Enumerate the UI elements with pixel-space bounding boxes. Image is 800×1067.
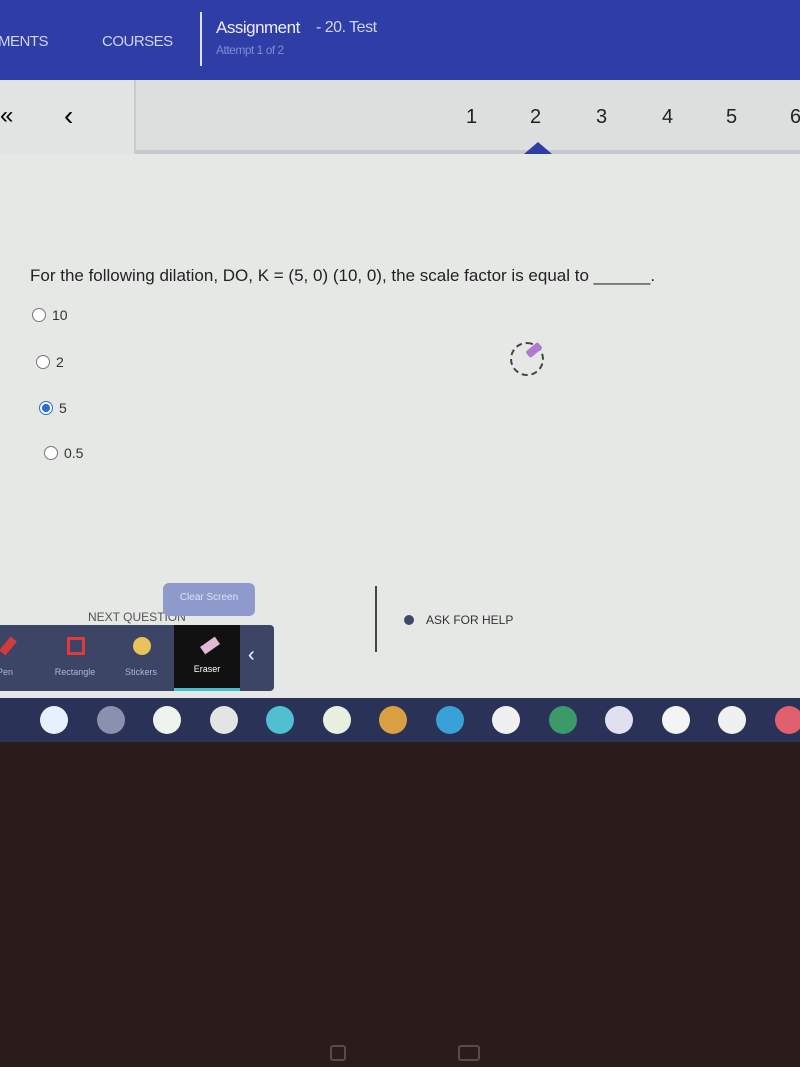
option-label: 10 xyxy=(52,307,68,323)
radio[interactable] xyxy=(44,446,58,460)
radio-selected[interactable] xyxy=(39,401,53,415)
pager-controls: « ‹ xyxy=(0,80,136,154)
annotation-toolbar: Pen Rectangle Stickers Eraser xyxy=(0,625,274,691)
stop-app-app-icon[interactable] xyxy=(209,706,238,734)
collapse-toolbar-chevron-icon[interactable]: ‹ xyxy=(248,644,255,667)
help-icon xyxy=(404,615,414,625)
option-2[interactable]: 2 xyxy=(36,354,64,370)
recents-icon xyxy=(458,1045,480,1061)
rectangle-icon xyxy=(67,637,85,655)
divider xyxy=(375,586,377,652)
radio[interactable] xyxy=(32,308,46,322)
question-text: For the following dilation, DO, K = (5, … xyxy=(30,266,656,285)
radio[interactable] xyxy=(36,355,50,369)
tool-label: Rectangle xyxy=(54,667,96,677)
option-10[interactable]: 10 xyxy=(32,307,68,323)
classroom-app-icon[interactable] xyxy=(322,706,351,734)
current-page-indicator xyxy=(524,142,552,154)
eraser-icon xyxy=(200,636,220,655)
play-store-app-icon[interactable] xyxy=(153,706,181,734)
option-label: 2 xyxy=(56,354,64,370)
app-14-app-icon[interactable] xyxy=(774,706,800,734)
chrome-app-icon[interactable] xyxy=(379,706,407,734)
pen-icon xyxy=(0,636,17,656)
tool-stickers[interactable]: Stickers xyxy=(106,625,176,691)
page-6[interactable]: 6 xyxy=(790,106,800,129)
app-13-app-icon[interactable] xyxy=(718,706,746,734)
screen: MENTS COURSES Assignment - 20. Test Atte… xyxy=(0,0,800,742)
test-name: - 20. Test xyxy=(316,19,377,36)
sticker-icon xyxy=(133,637,151,655)
prev-page-button[interactable]: ‹ xyxy=(64,100,73,132)
option-label: 5 xyxy=(59,400,67,416)
outlook-app-icon[interactable] xyxy=(40,706,68,734)
nav-courses[interactable]: COURSES xyxy=(102,33,173,50)
option-0.5[interactable]: 0.5 xyxy=(44,445,83,461)
drive-app-icon[interactable] xyxy=(492,706,520,734)
header: MENTS COURSES Assignment - 20. Test Atte… xyxy=(0,0,800,80)
app-11-app-icon[interactable] xyxy=(605,706,633,734)
page-4[interactable]: 4 xyxy=(662,106,673,129)
tool-pen[interactable]: Pen xyxy=(0,625,40,691)
settings-app-icon[interactable] xyxy=(96,706,125,734)
tool-eraser[interactable]: Eraser xyxy=(174,625,240,691)
assignment-title: Assignment xyxy=(216,18,300,37)
divider xyxy=(200,12,202,66)
tool-label: Stickers xyxy=(124,667,157,677)
option-5[interactable]: 5 xyxy=(39,400,67,416)
app-10-app-icon[interactable] xyxy=(548,706,577,734)
eraser-cursor-icon xyxy=(510,342,544,376)
page-3[interactable]: 3 xyxy=(596,106,607,129)
tool-label: Eraser xyxy=(193,664,221,674)
tool-rectangle[interactable]: Rectangle xyxy=(40,625,110,691)
first-page-button[interactable]: « xyxy=(0,102,13,130)
clear-screen-button[interactable]: Clear Screen xyxy=(163,583,255,616)
classkick-app-icon[interactable] xyxy=(266,706,294,734)
page-1[interactable]: 1 xyxy=(466,106,477,129)
home-button-icon xyxy=(330,1045,346,1061)
nav-assignments[interactable]: MENTS xyxy=(0,33,49,50)
option-label: 0.5 xyxy=(64,445,84,461)
ask-for-help-button[interactable]: ASK FOR HELP xyxy=(404,613,513,627)
page-5[interactable]: 5 xyxy=(726,106,737,129)
tool-label: Pen xyxy=(0,667,13,677)
page-2[interactable]: 2 xyxy=(530,106,541,129)
zoom-app-icon[interactable] xyxy=(435,706,464,734)
help-label: ASK FOR HELP xyxy=(426,613,514,627)
attempt-label: Attempt 1 of 2 xyxy=(216,43,284,57)
app-12-app-icon[interactable] xyxy=(661,706,690,734)
